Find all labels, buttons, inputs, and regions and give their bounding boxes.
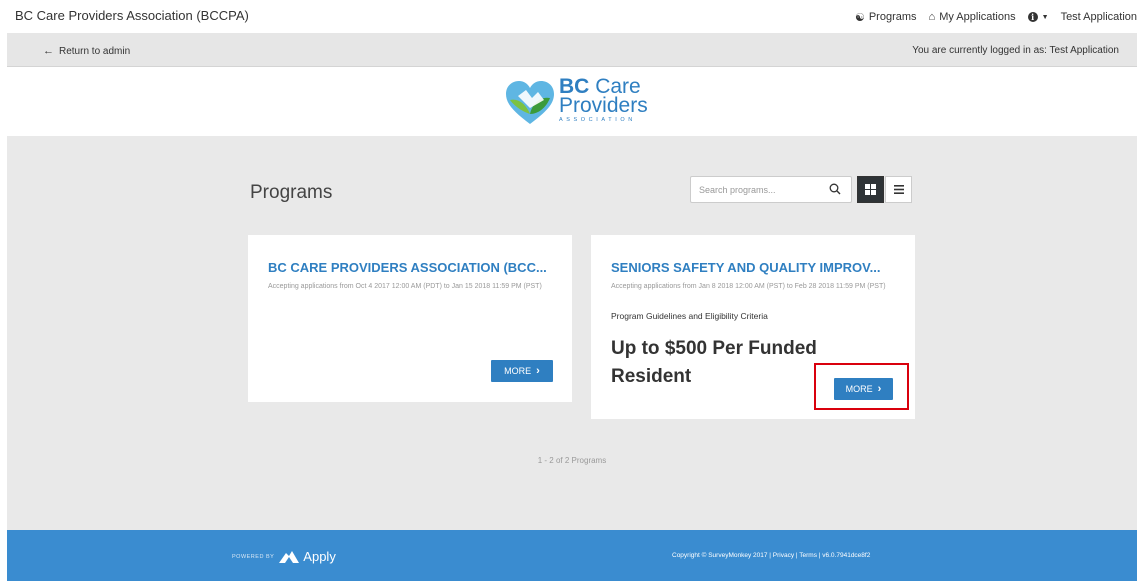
list-icon (893, 185, 904, 194)
powered-by-label: POWERED BY (232, 553, 275, 560)
logo-providers: Providers (559, 94, 648, 117)
programs-section: Programs BC CARE PROVIDERS ASSOCIATION (… (7, 136, 1137, 530)
top-navbar: BC Care Providers Association (BCCPA) ☯ … (0, 0, 1137, 33)
return-to-admin-link[interactable]: ← Return to admin (43, 45, 130, 57)
nav-programs-link[interactable]: ☯ Programs (855, 11, 917, 24)
apply-label: Apply (303, 549, 336, 564)
bccpa-logo[interactable]: BC Care Providers ASSOCIATION (504, 76, 679, 131)
info-icon: i (1027, 12, 1038, 22)
program-title[interactable]: SENIORS SAFETY AND QUALITY IMPROV... (611, 260, 880, 275)
home-icon: ⌂ (928, 11, 936, 23)
user-menu[interactable]: Test Application (1061, 11, 1137, 23)
program-card: BC CARE PROVIDERS ASSOCIATION (BCC... Ac… (248, 235, 572, 402)
admin-bar: ← Return to admin You are currently logg… (7, 33, 1137, 67)
nav-programs-label: Programs (868, 11, 917, 23)
arrow-left-icon: ← (43, 45, 54, 57)
programs-count: 1 - 2 of 2 Programs (537, 456, 607, 465)
page-title: Programs (250, 182, 333, 203)
nav-links: ☯ Programs ⌂ My Applications i ▼ Test Ap… (843, 9, 1137, 25)
search-icon[interactable] (829, 183, 841, 195)
grid-icon (865, 184, 876, 195)
info-dropdown[interactable]: i ▼ (1027, 12, 1049, 22)
site-brand[interactable]: BC Care Providers Association (BCCPA) (15, 8, 249, 23)
apply-logo-icon (279, 550, 300, 563)
program-dates: Accepting applications from Jan 8 2018 1… (611, 283, 886, 290)
programs-icon: ☯ (854, 11, 865, 24)
footer: POWERED BY Apply Copyright © SurveyMonke… (7, 530, 1137, 581)
chevron-right-icon: › (536, 365, 540, 377)
chevron-down-icon: ▼ (1041, 13, 1049, 21)
highlight-box (814, 363, 909, 410)
heart-logo-icon (506, 81, 554, 124)
copyright-text: Copyright © SurveyMonkey 2017 | Privacy … (672, 552, 871, 559)
search-input[interactable] (699, 181, 819, 198)
logo-banner: BC Care Providers ASSOCIATION (7, 68, 1137, 136)
logo-association: ASSOCIATION (559, 117, 636, 123)
program-title[interactable]: BC CARE PROVIDERS ASSOCIATION (BCC... (268, 260, 547, 275)
powered-by-apply[interactable]: POWERED BY Apply (232, 549, 336, 564)
nav-my-applications-label: My Applications (939, 11, 1016, 23)
grid-view-button[interactable] (857, 176, 884, 203)
list-view-button[interactable] (885, 176, 912, 203)
logo-wordmark: BC Care Providers ASSOCIATION (559, 76, 648, 123)
program-dates: Accepting applications from Oct 4 2017 1… (268, 283, 542, 290)
logged-in-status: You are currently logged in as: Test App… (912, 45, 1119, 56)
more-button-label: MORE (504, 366, 532, 376)
search-box[interactable] (690, 176, 852, 203)
program-guidelines: Program Guidelines and Eligibility Crite… (611, 311, 768, 321)
nav-my-applications-link[interactable]: ⌂ My Applications (929, 11, 1016, 23)
return-to-admin-label: Return to admin (59, 45, 131, 57)
more-button[interactable]: MORE › (491, 360, 553, 382)
user-name: Test Application (1060, 11, 1137, 23)
